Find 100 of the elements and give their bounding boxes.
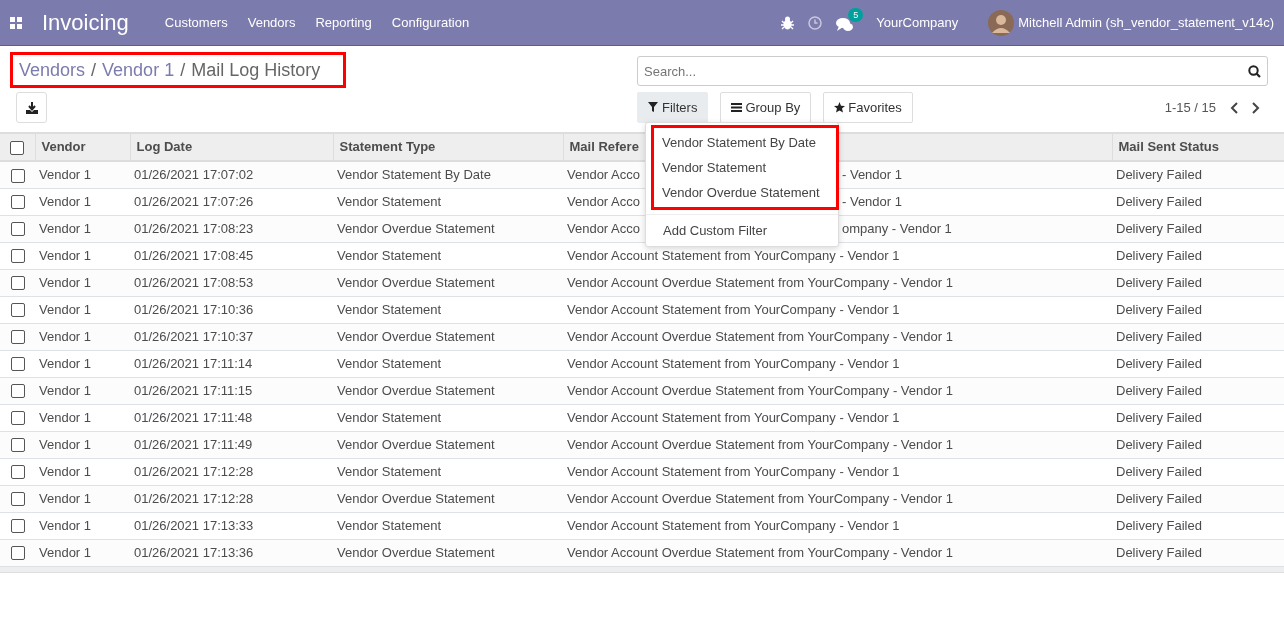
column-header[interactable]: Statement Type	[333, 133, 563, 161]
table-cell: 01/26/2021 17:11:49	[130, 431, 333, 458]
table-cell: Delivery Failed	[1112, 350, 1284, 377]
filter-option[interactable]: Vendor Statement By Date	[654, 130, 836, 155]
table-cell-text: Vendor Acco	[567, 219, 640, 238]
table-cell: Delivery Failed	[1112, 404, 1284, 431]
table-cell-text: - Vendor 1	[842, 192, 903, 211]
column-header[interactable]: Mail Sent Status	[1112, 133, 1284, 161]
column-header[interactable]: Vendor	[35, 133, 130, 161]
checkbox[interactable]	[10, 140, 25, 155]
table-cell: Delivery Failed	[1112, 377, 1284, 404]
table-cell: Vendor Statement	[333, 296, 563, 323]
search-icon[interactable]	[1248, 65, 1261, 78]
search-field[interactable]: Search...	[637, 56, 1268, 86]
avatar-icon[interactable]	[988, 9, 1015, 36]
app-title: Invoicing	[42, 9, 129, 37]
filter-option[interactable]: Vendor Overdue Statement	[654, 180, 836, 205]
menu-icon	[731, 102, 743, 113]
table-cell: Vendor Statement By Date	[333, 161, 563, 188]
table-cell: Vendor 1	[35, 269, 130, 296]
table-cell: Vendor Statement	[333, 512, 563, 539]
table-cell-text: - Vendor 1	[842, 166, 903, 184]
table-cell: Vendor Account Statement from YourCompany - Vendor 1	[563, 350, 1112, 377]
checkbox[interactable]	[10, 438, 25, 453]
table-cell: Vendor Overdue Statement	[333, 539, 563, 566]
menu-link[interactable]: Reporting	[315, 12, 372, 33]
table-cell: Vendor Overdue Statement	[333, 215, 563, 242]
table-cell: 01/26/2021 17:13:33	[130, 512, 333, 539]
filter-option[interactable]: Add Custom Filter	[646, 214, 838, 246]
breadcrumb-separator: /	[91, 58, 97, 82]
table-cell: Vendor Account Statement from YourCompany - Vendor 1	[563, 296, 1112, 323]
previous-icon[interactable]	[1230, 101, 1238, 114]
table-cell: Vendor 1	[35, 188, 130, 215]
checkbox[interactable]	[10, 168, 25, 183]
breadcrumb-current: Mail Log History	[191, 58, 321, 82]
table-cell: Vendor 1	[35, 404, 130, 431]
breadcrumb-link[interactable]: Vendor 1	[102, 56, 175, 84]
user-name[interactable]: Mitchell Admin (sh_vendor_statement_v14c)	[1018, 12, 1274, 33]
checkbox[interactable]	[10, 411, 25, 426]
table-cell: Delivery Failed	[1112, 539, 1284, 566]
funnel-icon	[648, 102, 659, 113]
table-cell: Vendor Account Statement from YourCompany - Vendor 1	[563, 404, 1112, 431]
table-cell: Vendor 1	[35, 539, 130, 566]
checkbox[interactable]	[10, 465, 25, 480]
table-cell: Vendor Account Overdue Statement from YourCompany - Vendor 1	[563, 377, 1112, 404]
checkbox[interactable]	[10, 519, 25, 534]
table-cell: Delivery Failed	[1112, 242, 1284, 269]
table-cell: 01/26/2021 17:07:02	[130, 161, 333, 188]
star-icon	[834, 102, 846, 113]
table-cell: Vendor Overdue Statement	[333, 431, 563, 458]
search-option-button[interactable]: Favorites	[823, 92, 913, 123]
table-cell-text: ompany - Vendor 1	[842, 219, 953, 238]
table-cell: Vendor Account Statement from YourCompany - Vendor 1	[563, 512, 1112, 539]
table-cell: Vendor Overdue Statement	[333, 323, 563, 350]
apps-menu-icon[interactable]	[10, 16, 22, 29]
table-cell: 01/26/2021 17:12:28	[130, 458, 333, 485]
menu-link[interactable]: Customers	[164, 12, 228, 33]
pager-counter: 1-15 / 15	[1164, 98, 1216, 117]
table-cell: 01/26/2021 17:13:36	[130, 539, 333, 566]
checkbox[interactable]	[10, 330, 25, 345]
table-cell: Vendor Statement	[333, 458, 563, 485]
table-cell: Delivery Failed	[1112, 485, 1284, 512]
table-cell: Vendor 1	[35, 458, 130, 485]
column-header[interactable]: Log Date	[130, 133, 333, 161]
table-cell: Vendor Account Overdue Statement from YourCompany - Vendor 1	[563, 269, 1112, 296]
table-cell: Delivery Failed	[1112, 512, 1284, 539]
company-name[interactable]: YourCompany	[876, 12, 959, 33]
table-cell: Vendor 1	[35, 485, 130, 512]
checkbox[interactable]	[10, 546, 25, 561]
table-cell: 01/26/2021 17:08:45	[130, 242, 333, 269]
checkbox[interactable]	[10, 384, 25, 399]
checkbox[interactable]	[10, 357, 25, 372]
table-cell: Vendor 1	[35, 377, 130, 404]
table-cell: Vendor Overdue Statement	[333, 269, 563, 296]
table-cell: Vendor 1	[35, 296, 130, 323]
search-option-button[interactable]: Filters	[637, 92, 709, 123]
table-cell: Delivery Failed	[1112, 215, 1284, 242]
table-cell-text: Vendor Acco	[567, 192, 640, 211]
checkbox[interactable]	[10, 492, 25, 507]
bug-icon[interactable]	[781, 15, 795, 30]
next-icon[interactable]	[1252, 101, 1260, 114]
table-cell: Delivery Failed	[1112, 269, 1284, 296]
table-cell: 01/26/2021 17:10:36	[130, 296, 333, 323]
table-cell: Vendor 1	[35, 512, 130, 539]
checkbox[interactable]	[10, 195, 25, 210]
checkbox[interactable]	[10, 249, 25, 264]
table-cell: 01/26/2021 17:11:14	[130, 350, 333, 377]
table-cell: Vendor Account Overdue Statement from YourCompany - Vendor 1	[563, 323, 1112, 350]
breadcrumb-link[interactable]: Vendors	[19, 56, 86, 84]
table-cell: Delivery Failed	[1112, 458, 1284, 485]
menu-link[interactable]: Configuration	[391, 12, 470, 33]
chat-icon[interactable]	[836, 17, 855, 34]
checkbox[interactable]	[10, 276, 25, 291]
download-button[interactable]	[16, 92, 47, 123]
menu-link[interactable]: Vendors	[247, 12, 296, 33]
search-option-button[interactable]: Group By	[720, 92, 812, 123]
table-cell: Vendor Statement	[333, 242, 563, 269]
checkbox[interactable]	[10, 222, 25, 237]
checkbox[interactable]	[10, 303, 25, 318]
table-cell: Vendor Account Overdue Statement from YourCompany - Vendor 1	[563, 539, 1112, 566]
